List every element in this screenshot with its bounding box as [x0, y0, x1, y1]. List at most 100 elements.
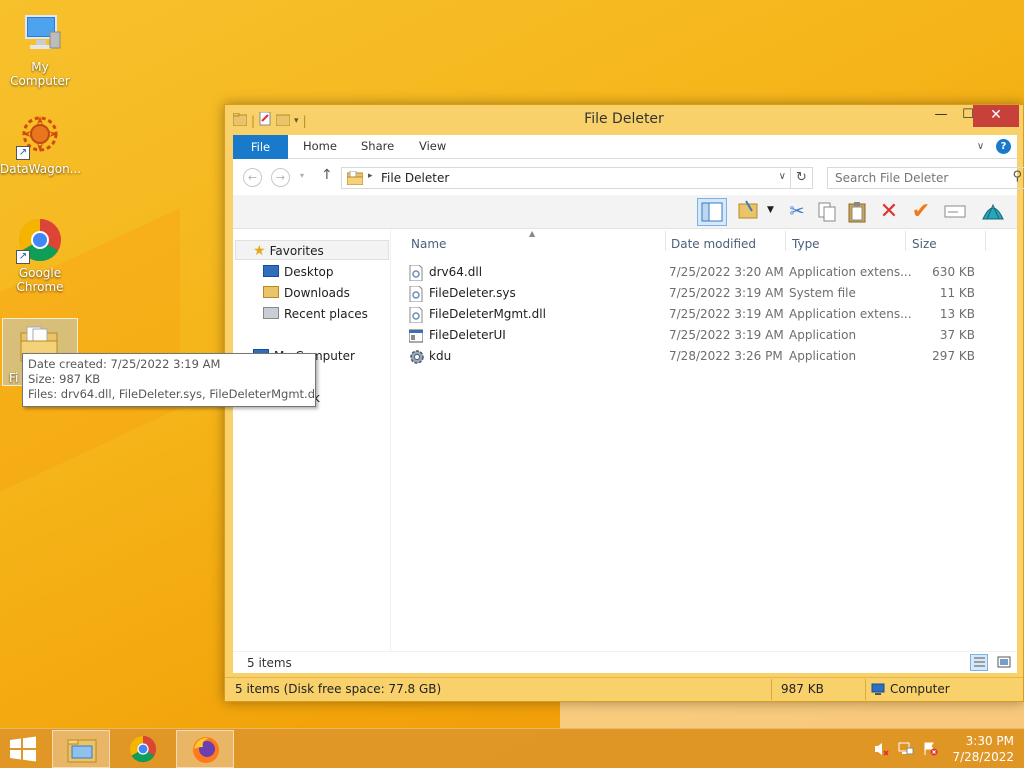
- column-separator[interactable]: [905, 231, 906, 251]
- nav-item-downloads[interactable]: Downloads: [263, 286, 350, 300]
- column-separator[interactable]: [665, 231, 666, 251]
- nav-item-label: Downloads: [284, 286, 350, 300]
- nav-item-label: Desktop: [284, 265, 334, 279]
- file-date: 7/28/2022 3:26 PM: [669, 349, 783, 363]
- content-area: ★ Favorites Desktop Downloads Recent plac…: [233, 229, 1017, 651]
- desktop-icon-label: Google Chrome: [16, 266, 64, 294]
- column-header-date[interactable]: Date modified: [671, 237, 756, 251]
- title-bar[interactable]: | ▾ | File Deleter — ☐ ✕: [225, 105, 1023, 135]
- folder-options-dropdown-icon[interactable]: ▼: [767, 205, 774, 215]
- table-row[interactable]: FileDeleterMgmt.dll 7/25/2022 3:19 AM Ap…: [409, 304, 1009, 325]
- taskbar-firefox[interactable]: [176, 730, 234, 768]
- ribbon-tabs: File Home Share View ∨ ?: [233, 135, 1017, 159]
- address-box[interactable]: ▸ File Deleter ∨: [341, 167, 791, 189]
- system-clock[interactable]: 3:30 PM 7/28/2022: [952, 733, 1014, 765]
- folder-options-button[interactable]: [735, 199, 763, 225]
- table-row[interactable]: FileDeleterUI 7/25/2022 3:19 AM Applicat…: [408, 325, 1009, 346]
- windows-logo-icon: [10, 736, 36, 762]
- search-box: ⚲: [827, 167, 1024, 189]
- file-size: 13 KB: [939, 307, 975, 321]
- details-view-icon[interactable]: [970, 654, 989, 671]
- recent-locations-icon[interactable]: ▾: [300, 171, 304, 180]
- address-dropdown-icon[interactable]: ∨: [779, 171, 786, 182]
- column-header-name[interactable]: Name: [411, 237, 446, 251]
- shell-icon[interactable]: [979, 199, 1007, 225]
- file-size: 37 KB: [939, 328, 975, 342]
- window-title: File Deleter: [584, 111, 664, 127]
- file-type: Application extens...: [789, 265, 912, 279]
- recent-places-icon: [263, 307, 279, 319]
- nav-item-label: Recent places: [284, 307, 368, 321]
- back-button[interactable]: ←: [243, 168, 262, 187]
- taskbar-file-explorer[interactable]: [52, 730, 110, 768]
- sys-file-icon: [409, 285, 423, 303]
- desktop-icon-my-computer[interactable]: My Computer: [0, 10, 80, 88]
- table-row[interactable]: kdu 7/28/2022 3:26 PM Application 297 KB: [409, 346, 1009, 367]
- navigation-pane: ★ Favorites Desktop Downloads Recent plac…: [233, 229, 391, 651]
- copy-icon[interactable]: [813, 199, 841, 225]
- refresh-button[interactable]: ↻: [791, 167, 813, 189]
- help-icon[interactable]: ?: [996, 139, 1011, 154]
- rename-icon[interactable]: [941, 199, 969, 225]
- paste-icon[interactable]: [843, 199, 871, 225]
- desktop-icon-datawagon[interactable]: ↗ DataWagon...: [0, 112, 81, 176]
- forward-button[interactable]: →: [271, 168, 290, 187]
- status-size: 987 KB: [781, 682, 824, 696]
- taskbar-chrome[interactable]: [114, 730, 172, 768]
- table-row[interactable]: FileDeleter.sys 7/25/2022 3:19 AM System…: [409, 283, 1009, 304]
- status-bar: 5 items (Disk free space: 77.8 GB) 987 K…: [225, 677, 1023, 701]
- search-icon[interactable]: ⚲: [1012, 169, 1022, 184]
- file-name: drv64.dll: [429, 265, 483, 279]
- file-size: 297 KB: [932, 349, 975, 363]
- file-type: Application: [789, 328, 857, 342]
- up-button[interactable]: ↑: [321, 167, 333, 183]
- close-button[interactable]: ✕: [973, 105, 1019, 127]
- delete-icon[interactable]: ✕: [875, 199, 903, 225]
- file-name: FileDeleterMgmt.dll: [429, 307, 546, 321]
- breadcrumb-arrow-icon[interactable]: ▸: [368, 171, 373, 181]
- file-type: Application: [789, 349, 857, 363]
- table-row[interactable]: drv64.dll 7/25/2022 3:20 AM Application …: [409, 262, 1009, 283]
- file-type: System file: [789, 286, 856, 300]
- dll-file-icon: [409, 264, 423, 282]
- action-center-icon[interactable]: [922, 742, 938, 756]
- tab-home[interactable]: Home: [303, 139, 337, 153]
- file-date: 7/25/2022 3:19 AM: [669, 286, 784, 300]
- folder-tooltip: Date created: 7/25/2022 3:19 AM Size: 98…: [22, 353, 316, 407]
- nav-item-favorites[interactable]: ★ Favorites: [253, 243, 324, 259]
- tooltip-files: Files: drv64.dll, FileDeleter.sys, FileD…: [28, 387, 316, 401]
- column-separator[interactable]: [985, 231, 986, 251]
- expand-ribbon-icon[interactable]: ∨: [977, 141, 984, 152]
- tab-view[interactable]: View: [419, 139, 446, 153]
- column-header-type[interactable]: Type: [792, 237, 820, 251]
- tab-share[interactable]: Share: [361, 139, 394, 153]
- search-input[interactable]: [828, 168, 998, 188]
- nav-item-desktop[interactable]: Desktop: [263, 265, 334, 279]
- file-name: FileDeleterUI: [429, 328, 506, 342]
- volume-muted-icon[interactable]: [874, 742, 890, 756]
- column-header-size[interactable]: Size: [912, 237, 937, 251]
- desktop-icon-label: My Computer: [10, 60, 70, 88]
- check-icon[interactable]: ✔: [907, 199, 935, 225]
- file-size: 11 KB: [939, 286, 975, 300]
- column-separator[interactable]: [785, 231, 786, 251]
- network-icon[interactable]: [898, 742, 914, 756]
- tab-file[interactable]: File: [233, 135, 288, 159]
- item-count-bar: 5 items: [233, 651, 1017, 673]
- preview-pane-button[interactable]: [697, 198, 727, 226]
- desktop-icon-google-chrome[interactable]: ↗ Google Chrome: [0, 216, 80, 294]
- cut-icon[interactable]: ✂: [783, 199, 811, 225]
- file-date: 7/25/2022 3:19 AM: [669, 328, 784, 342]
- folder-icon: [346, 170, 364, 186]
- nav-item-recent-places[interactable]: Recent places: [263, 307, 368, 321]
- file-date: 7/25/2022 3:20 AM: [669, 265, 784, 279]
- clock-date: 7/28/2022: [952, 750, 1014, 764]
- file-size: 630 KB: [932, 265, 975, 279]
- app-window-icon: [408, 328, 424, 344]
- firefox-icon: [193, 737, 219, 763]
- large-icons-view-icon[interactable]: [995, 654, 1013, 671]
- breadcrumb[interactable]: File Deleter: [381, 171, 449, 185]
- address-bar-row: ← → ▾ ↑ ▸ File Deleter ∨ ↻ ⚲: [233, 159, 1024, 195]
- minimize-button[interactable]: —: [927, 105, 955, 127]
- start-button[interactable]: [8, 736, 38, 762]
